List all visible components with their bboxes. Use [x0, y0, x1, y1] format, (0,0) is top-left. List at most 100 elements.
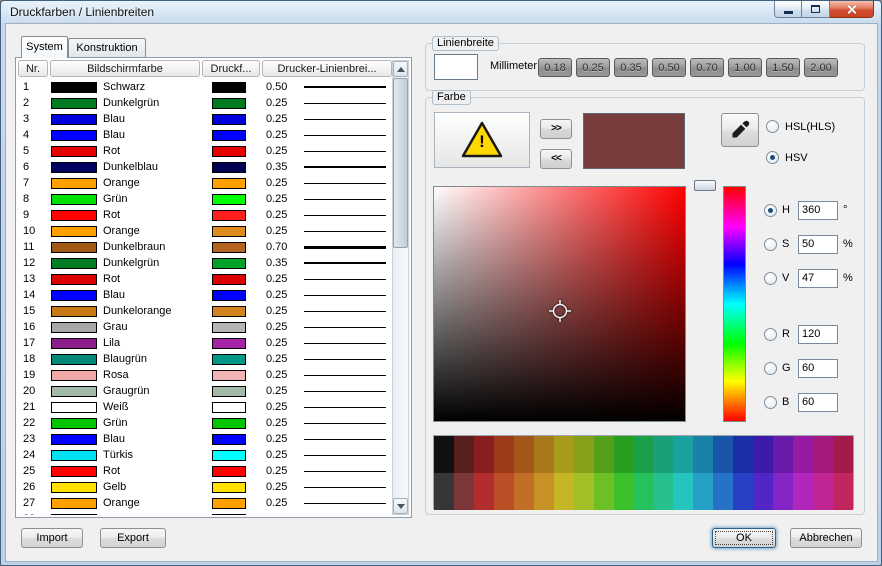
- palette-color[interactable]: [494, 473, 514, 510]
- print-color-swatch[interactable]: [212, 338, 246, 349]
- palette-color[interactable]: [813, 473, 833, 510]
- channel-radio-s[interactable]: [764, 238, 777, 251]
- channel-value-input[interactable]: [798, 325, 838, 344]
- screen-color-swatch[interactable]: [51, 290, 97, 301]
- palette-color[interactable]: [673, 473, 693, 510]
- ok-button[interactable]: OK: [712, 528, 776, 548]
- palette-color[interactable]: [614, 436, 634, 473]
- linewidth-preset-button[interactable]: 0.70: [690, 58, 724, 77]
- palette-color[interactable]: [474, 436, 494, 473]
- hue-bar[interactable]: [723, 186, 746, 422]
- palette-color[interactable]: [634, 436, 654, 473]
- header-bildschirmfarbe[interactable]: Bildschirmfarbe: [50, 60, 200, 77]
- close-button[interactable]: [830, 1, 874, 18]
- palette-color[interactable]: [773, 473, 793, 510]
- table-row[interactable]: 4Blau0.25: [18, 127, 394, 143]
- print-color-swatch[interactable]: [212, 178, 246, 189]
- screen-color-swatch[interactable]: [51, 498, 97, 509]
- print-color-swatch[interactable]: [212, 130, 246, 141]
- print-color-swatch[interactable]: [212, 242, 246, 253]
- linewidth-preset-button[interactable]: 2.00: [804, 58, 838, 77]
- scroll-up-button[interactable]: [393, 61, 408, 77]
- palette-color[interactable]: [494, 436, 514, 473]
- screen-color-swatch[interactable]: [51, 274, 97, 285]
- palette-color[interactable]: [673, 436, 693, 473]
- print-color-swatch[interactable]: [212, 98, 246, 109]
- header-nr[interactable]: Nr.: [18, 60, 48, 77]
- screen-color-swatch[interactable]: [51, 226, 97, 237]
- table-row[interactable]: 25Rot0.25: [18, 463, 394, 479]
- print-color-swatch[interactable]: [212, 290, 246, 301]
- screen-color-swatch[interactable]: [51, 210, 97, 221]
- table-row[interactable]: 23Blau0.25: [18, 431, 394, 447]
- screen-color-swatch[interactable]: [51, 178, 97, 189]
- print-color-swatch[interactable]: [212, 386, 246, 397]
- print-color-swatch[interactable]: [212, 370, 246, 381]
- palette-color[interactable]: [554, 436, 574, 473]
- screen-color-swatch[interactable]: [51, 466, 97, 477]
- linewidth-preset-button[interactable]: 0.25: [576, 58, 610, 77]
- table-row[interactable]: 28: [18, 511, 394, 515]
- print-color-swatch[interactable]: [212, 482, 246, 493]
- palette-color[interactable]: [753, 436, 773, 473]
- print-color-swatch[interactable]: [212, 434, 246, 445]
- linewidth-preset-button[interactable]: 1.50: [766, 58, 800, 77]
- print-color-swatch[interactable]: [212, 306, 246, 317]
- print-color-swatch[interactable]: [212, 114, 246, 125]
- palette-color[interactable]: [594, 436, 614, 473]
- screen-color-swatch[interactable]: [51, 370, 97, 381]
- palette-color[interactable]: [773, 436, 793, 473]
- screen-color-swatch[interactable]: [51, 258, 97, 269]
- print-color-swatch[interactable]: [212, 82, 246, 93]
- channel-radio-b[interactable]: [764, 396, 777, 409]
- palette-color[interactable]: [653, 436, 673, 473]
- palette-color[interactable]: [693, 473, 713, 510]
- palette-color[interactable]: [534, 473, 554, 510]
- screen-color-swatch[interactable]: [51, 146, 97, 157]
- header-druckfarbe[interactable]: Druckf...: [202, 60, 260, 77]
- palette-color[interactable]: [434, 473, 454, 510]
- palette-color[interactable]: [833, 436, 853, 473]
- table-row[interactable]: 9Rot0.25: [18, 207, 394, 223]
- linewidth-preset-button[interactable]: 0.18: [538, 58, 572, 77]
- print-color-swatch[interactable]: [212, 466, 246, 477]
- palette-color[interactable]: [833, 473, 853, 510]
- screen-color-swatch[interactable]: [51, 162, 97, 173]
- linewidth-preset-button[interactable]: 0.50: [652, 58, 686, 77]
- screen-color-swatch[interactable]: [51, 450, 97, 461]
- linewidth-preset-button[interactable]: 1.00: [728, 58, 762, 77]
- eyedropper-button[interactable]: [721, 113, 759, 147]
- tab-konstruktion[interactable]: Konstruktion: [68, 38, 146, 58]
- scrollbar-thumb[interactable]: [393, 78, 408, 248]
- table-row[interactable]: 14Blau0.25: [18, 287, 394, 303]
- screen-color-swatch[interactable]: [51, 402, 97, 413]
- channel-value-input[interactable]: [798, 269, 838, 288]
- print-color-swatch[interactable]: [212, 210, 246, 221]
- print-color-swatch[interactable]: [212, 402, 246, 413]
- palette-color[interactable]: [474, 473, 494, 510]
- palette-color[interactable]: [434, 436, 454, 473]
- screen-color-swatch[interactable]: [51, 322, 97, 333]
- palette-color[interactable]: [574, 436, 594, 473]
- screen-color-swatch[interactable]: [51, 194, 97, 205]
- palette-color[interactable]: [813, 436, 833, 473]
- table-row[interactable]: 27Orange0.25: [18, 495, 394, 511]
- maximize-button[interactable]: [802, 1, 830, 18]
- mode-hsl-option[interactable]: HSL(HLS): [766, 120, 835, 133]
- palette-color[interactable]: [634, 473, 654, 510]
- print-color-swatch[interactable]: [212, 514, 246, 516]
- screen-color-swatch[interactable]: [51, 434, 97, 445]
- import-button[interactable]: Import: [21, 528, 83, 548]
- palette-color[interactable]: [693, 436, 713, 473]
- channel-value-input[interactable]: [798, 201, 838, 220]
- table-row[interactable]: 1Schwarz0.50: [18, 79, 394, 95]
- print-color-swatch[interactable]: [212, 450, 246, 461]
- palette-color[interactable]: [574, 473, 594, 510]
- header-drucker-linienbreite[interactable]: Drucker-Linienbrei...: [262, 60, 392, 77]
- tab-system[interactable]: System: [21, 36, 68, 58]
- screen-color-swatch[interactable]: [51, 514, 97, 516]
- table-row[interactable]: 11Dunkelbraun0.70: [18, 239, 394, 255]
- screen-color-swatch[interactable]: [51, 386, 97, 397]
- title-bar[interactable]: Druckfarben / Linienbreiten: [1, 1, 881, 23]
- screen-color-swatch[interactable]: [51, 114, 97, 125]
